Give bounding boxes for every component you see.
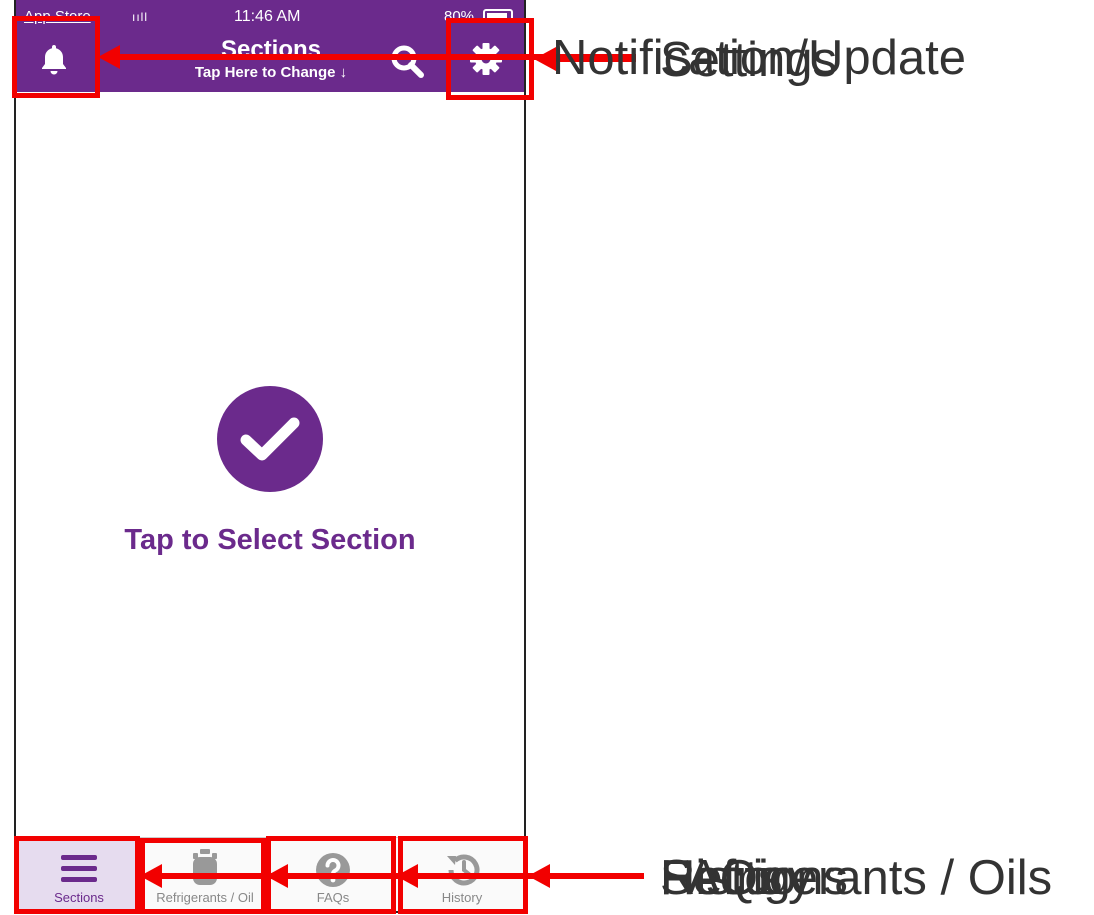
- highlight-notification-button: [12, 16, 100, 98]
- search-icon: [391, 45, 424, 78]
- select-section-text: Tap to Select Section: [124, 524, 416, 556]
- checkmark-icon: [217, 386, 323, 492]
- signal-strength: ııll: [132, 10, 148, 24]
- page-subtitle: Tap Here to Change ↓: [194, 64, 348, 81]
- annotation-settings: Settings: [660, 33, 838, 87]
- phone-screen: App Store ııll 11:46 AM 80% Sections Tap…: [14, 0, 526, 913]
- search-button[interactable]: [382, 38, 432, 84]
- section-picker[interactable]: Sections Tap Here to Change ↓: [166, 38, 376, 82]
- clock: 11:46 AM: [234, 8, 301, 25]
- annotation-history: History: [660, 851, 813, 905]
- arrow-head-sections: [140, 864, 162, 888]
- arrow-head-refrigerants: [266, 864, 288, 888]
- select-section-prompt[interactable]: Tap to Select Section: [16, 386, 524, 557]
- arrow-head-notification: [98, 45, 120, 69]
- highlight-tab-sections: [14, 836, 140, 914]
- arrow-head-history: [528, 864, 550, 888]
- arrow-head-faqs: [396, 864, 418, 888]
